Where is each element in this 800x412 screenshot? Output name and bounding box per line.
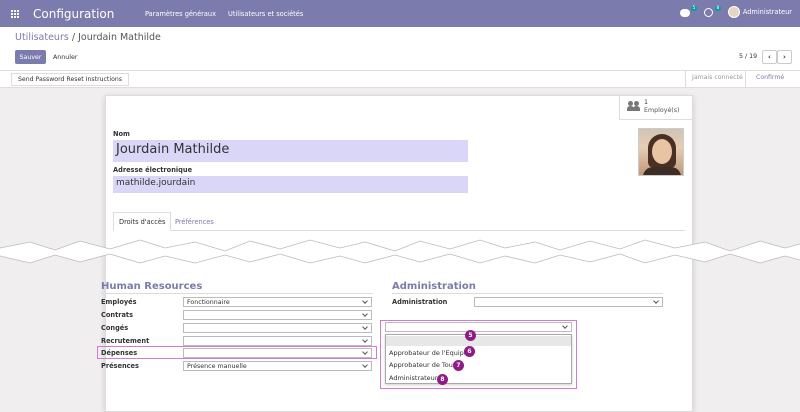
- select-attendance[interactable]: Présence manuelle: [183, 361, 372, 371]
- email-input[interactable]: mathilde.jourdain: [113, 176, 468, 193]
- chevron-right-icon: ›: [783, 53, 786, 61]
- apps-menu-icon[interactable]: [11, 9, 23, 18]
- chevron-down-icon: [362, 298, 368, 304]
- pager-next-button[interactable]: ›: [777, 50, 792, 64]
- cancel-button[interactable]: Annuler: [50, 50, 81, 64]
- pager-value[interactable]: 5 / 19: [739, 53, 757, 60]
- send-password-reset-button[interactable]: Send Password Reset Instructions: [11, 73, 130, 86]
- employees-smart-button[interactable]: 1 Employé(s): [619, 96, 692, 120]
- select-recruitment[interactable]: [183, 336, 372, 346]
- chevron-left-icon: ‹: [768, 53, 771, 61]
- employees-label: Employé(s): [644, 107, 680, 114]
- activity-badge: 8: [714, 6, 721, 11]
- user-menu[interactable]: Administrateur: [743, 8, 792, 16]
- breadcrumb-current: Jourdain Mathilde: [78, 32, 161, 43]
- hr-label-contracts: Contrats: [101, 311, 133, 319]
- marker-8: 8: [437, 374, 448, 385]
- hr-label-employees: Employés: [101, 298, 137, 306]
- dropdown-option-administrator[interactable]: Administrateur: [389, 374, 437, 382]
- expenses-dropdown: Approbateur de l'Equipe Approbateur de T…: [385, 334, 572, 384]
- chevron-down-icon: [362, 311, 368, 317]
- chevron-down-icon: [362, 324, 368, 330]
- user-photo[interactable]: [638, 128, 684, 176]
- chevron-down-icon: [362, 337, 368, 343]
- save-button[interactable]: Sauver: [15, 50, 46, 64]
- control-panel: Utilisateurs / Jourdain Mathilde Sauver …: [0, 27, 800, 71]
- select-employees-value: Fonctionnaire: [187, 299, 230, 306]
- select-administration[interactable]: [474, 297, 663, 307]
- chat-badge: 5: [690, 6, 697, 11]
- stage-never-connected: Jamais connecté: [692, 74, 743, 81]
- top-navbar: Configuration Paramètres généraux Utilis…: [0, 0, 800, 27]
- tab-access-rights[interactable]: Droits d'accès: [113, 212, 172, 231]
- select-expenses[interactable]: [183, 348, 372, 358]
- marker-6: 6: [464, 346, 475, 357]
- hr-label-leaves: Congés: [101, 324, 129, 332]
- people-icon: [627, 101, 640, 111]
- stage-confirmed: Confirmé: [756, 74, 785, 81]
- marker-7: 7: [453, 360, 464, 371]
- marker-5: 5: [465, 330, 476, 341]
- menu-users-companies[interactable]: Utilisateurs et sociétés: [228, 10, 303, 18]
- hr-label-recruitment: Recrutement: [101, 337, 150, 345]
- chevron-down-icon: [562, 323, 568, 329]
- pager-prev-button[interactable]: ‹: [762, 50, 777, 64]
- admin-section-title: Administration: [392, 281, 476, 292]
- hr-label-expenses: Dépenses: [101, 349, 138, 357]
- breadcrumb-parent[interactable]: Utilisateurs: [15, 32, 69, 43]
- select-expenses-open[interactable]: [385, 322, 572, 332]
- notebook-tabs: Droits d'accès Préférences: [113, 212, 685, 231]
- email-label: Adresse électronique: [113, 166, 193, 174]
- breadcrumb-separator: /: [68, 32, 79, 43]
- select-leaves[interactable]: [183, 323, 372, 333]
- select-attendance-value: Présence manuelle: [187, 363, 247, 370]
- dropdown-option-empty[interactable]: [386, 336, 571, 346]
- activity-clock-icon[interactable]: 8: [703, 6, 721, 18]
- employees-count: 1: [644, 99, 649, 106]
- app-brand[interactable]: Configuration: [33, 7, 133, 21]
- chevron-down-icon: [362, 349, 368, 355]
- torn-page-separator: [0, 239, 800, 264]
- breadcrumb: Utilisateurs / Jourdain Mathilde: [15, 32, 161, 43]
- menu-general-settings[interactable]: Paramètres généraux: [145, 10, 216, 18]
- hr-section-title: Human Resources: [101, 281, 203, 292]
- tab-preferences[interactable]: Préférences: [170, 212, 219, 231]
- name-label: Nom: [113, 130, 130, 138]
- status-bar: Send Password Reset Instructions Jamais …: [0, 71, 800, 88]
- dropdown-option-team-approver[interactable]: Approbateur de l'Equipe: [389, 349, 468, 357]
- admin-label: Administration: [392, 298, 448, 306]
- dropdown-option-all-approver[interactable]: Approbateur de Tout: [389, 361, 455, 369]
- chat-icon[interactable]: 5: [679, 6, 697, 18]
- select-employees[interactable]: Fonctionnaire: [183, 297, 372, 307]
- hr-label-attendance: Présences: [101, 362, 139, 370]
- chevron-down-icon: [362, 362, 368, 368]
- chevron-down-icon: [653, 298, 659, 304]
- name-input[interactable]: Jourdain Mathilde: [113, 140, 468, 162]
- user-avatar[interactable]: [727, 6, 740, 18]
- select-contracts[interactable]: [183, 310, 372, 320]
